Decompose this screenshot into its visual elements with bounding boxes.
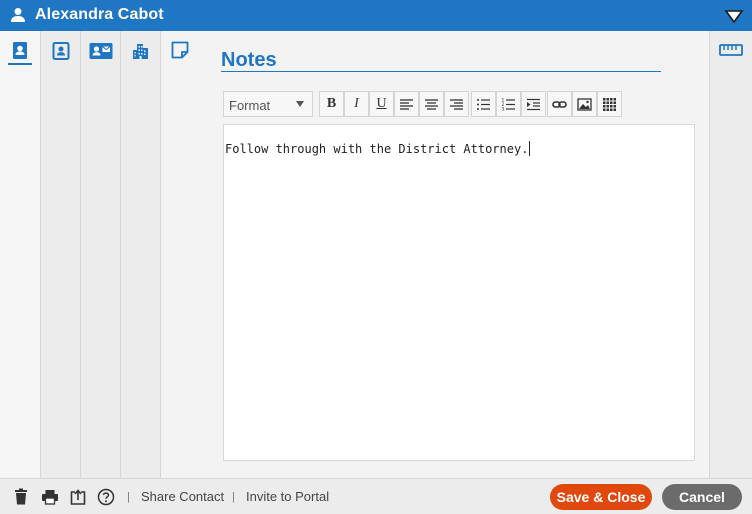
bullet-list-button[interactable] — [471, 91, 496, 117]
ruler-icon[interactable] — [719, 43, 743, 57]
tab-contact[interactable] — [0, 31, 41, 478]
separator: | — [232, 491, 235, 503]
share-contact-link[interactable]: Share Contact — [141, 489, 224, 504]
dropdown-arrow-icon — [296, 101, 304, 107]
notes-heading: Notes — [221, 49, 277, 71]
image-icon — [577, 97, 592, 111]
person-icon — [11, 8, 25, 22]
contact-name-title: Alexandra Cabot — [35, 6, 164, 23]
building-icon — [133, 44, 148, 59]
insert-link-button[interactable] — [547, 91, 572, 117]
align-center-button[interactable] — [419, 91, 444, 117]
help-icon[interactable] — [97, 488, 115, 506]
person-card-icon — [52, 42, 70, 60]
align-right-icon — [450, 98, 463, 110]
active-tab-indicator — [8, 63, 32, 65]
tab-business-card[interactable] — [81, 31, 121, 478]
sticky-note-icon[interactable] — [170, 40, 190, 60]
save-close-button[interactable]: Save & Close — [550, 484, 652, 510]
contact-window: Alexandra Cabot Notes Format B I U 1 2 3… — [0, 0, 752, 514]
format-dropdown[interactable]: Format — [223, 91, 313, 117]
right-side-panel — [709, 31, 752, 478]
align-center-icon — [425, 98, 438, 110]
title-bar: Alexandra Cabot — [0, 0, 752, 31]
align-right-button[interactable] — [444, 91, 469, 117]
underline-label: U — [376, 96, 387, 111]
indent-button[interactable] — [521, 91, 546, 117]
insert-image-button[interactable] — [572, 91, 597, 117]
heading-divider — [221, 71, 661, 72]
editor-text-line: Follow through with the District Attorne… — [225, 141, 531, 156]
contact-card-icon — [13, 42, 27, 59]
link-icon — [552, 100, 567, 108]
insert-table-button[interactable] — [597, 91, 622, 117]
bottom-action-bar: | Share Contact | Invite to Portal Save … — [0, 478, 752, 514]
indent-icon — [527, 98, 540, 110]
collapse-triangle-icon[interactable] — [724, 8, 744, 24]
align-left-button[interactable] — [394, 91, 419, 117]
bold-label: B — [326, 96, 337, 111]
italic-button[interactable]: I — [344, 91, 369, 117]
table-grid-icon — [603, 97, 616, 111]
numbered-list-button[interactable]: 123 — [496, 91, 521, 117]
tab-company[interactable] — [121, 31, 161, 478]
bold-button[interactable]: B — [319, 91, 344, 117]
cancel-button[interactable]: Cancel — [662, 484, 742, 510]
numbered-list-icon: 123 — [502, 97, 515, 112]
bullet-list-icon — [477, 98, 490, 110]
svg-text:3: 3 — [502, 106, 505, 112]
text-caret — [529, 141, 531, 156]
invite-portal-link[interactable]: Invite to Portal — [246, 489, 329, 504]
print-icon[interactable] — [41, 488, 59, 506]
export-icon[interactable] — [69, 488, 87, 506]
business-card-icon — [89, 43, 113, 59]
notes-editor[interactable]: Follow through with the District Attorne… — [223, 124, 695, 461]
format-dropdown-label: Format — [229, 98, 271, 113]
separator: | — [127, 491, 130, 503]
trash-icon[interactable] — [12, 488, 30, 506]
underline-button[interactable]: U — [369, 91, 394, 117]
note-content: Follow through with the District Attorne… — [225, 142, 529, 156]
tab-person[interactable] — [41, 31, 81, 478]
italic-label: I — [354, 96, 359, 111]
align-left-icon — [400, 98, 413, 110]
